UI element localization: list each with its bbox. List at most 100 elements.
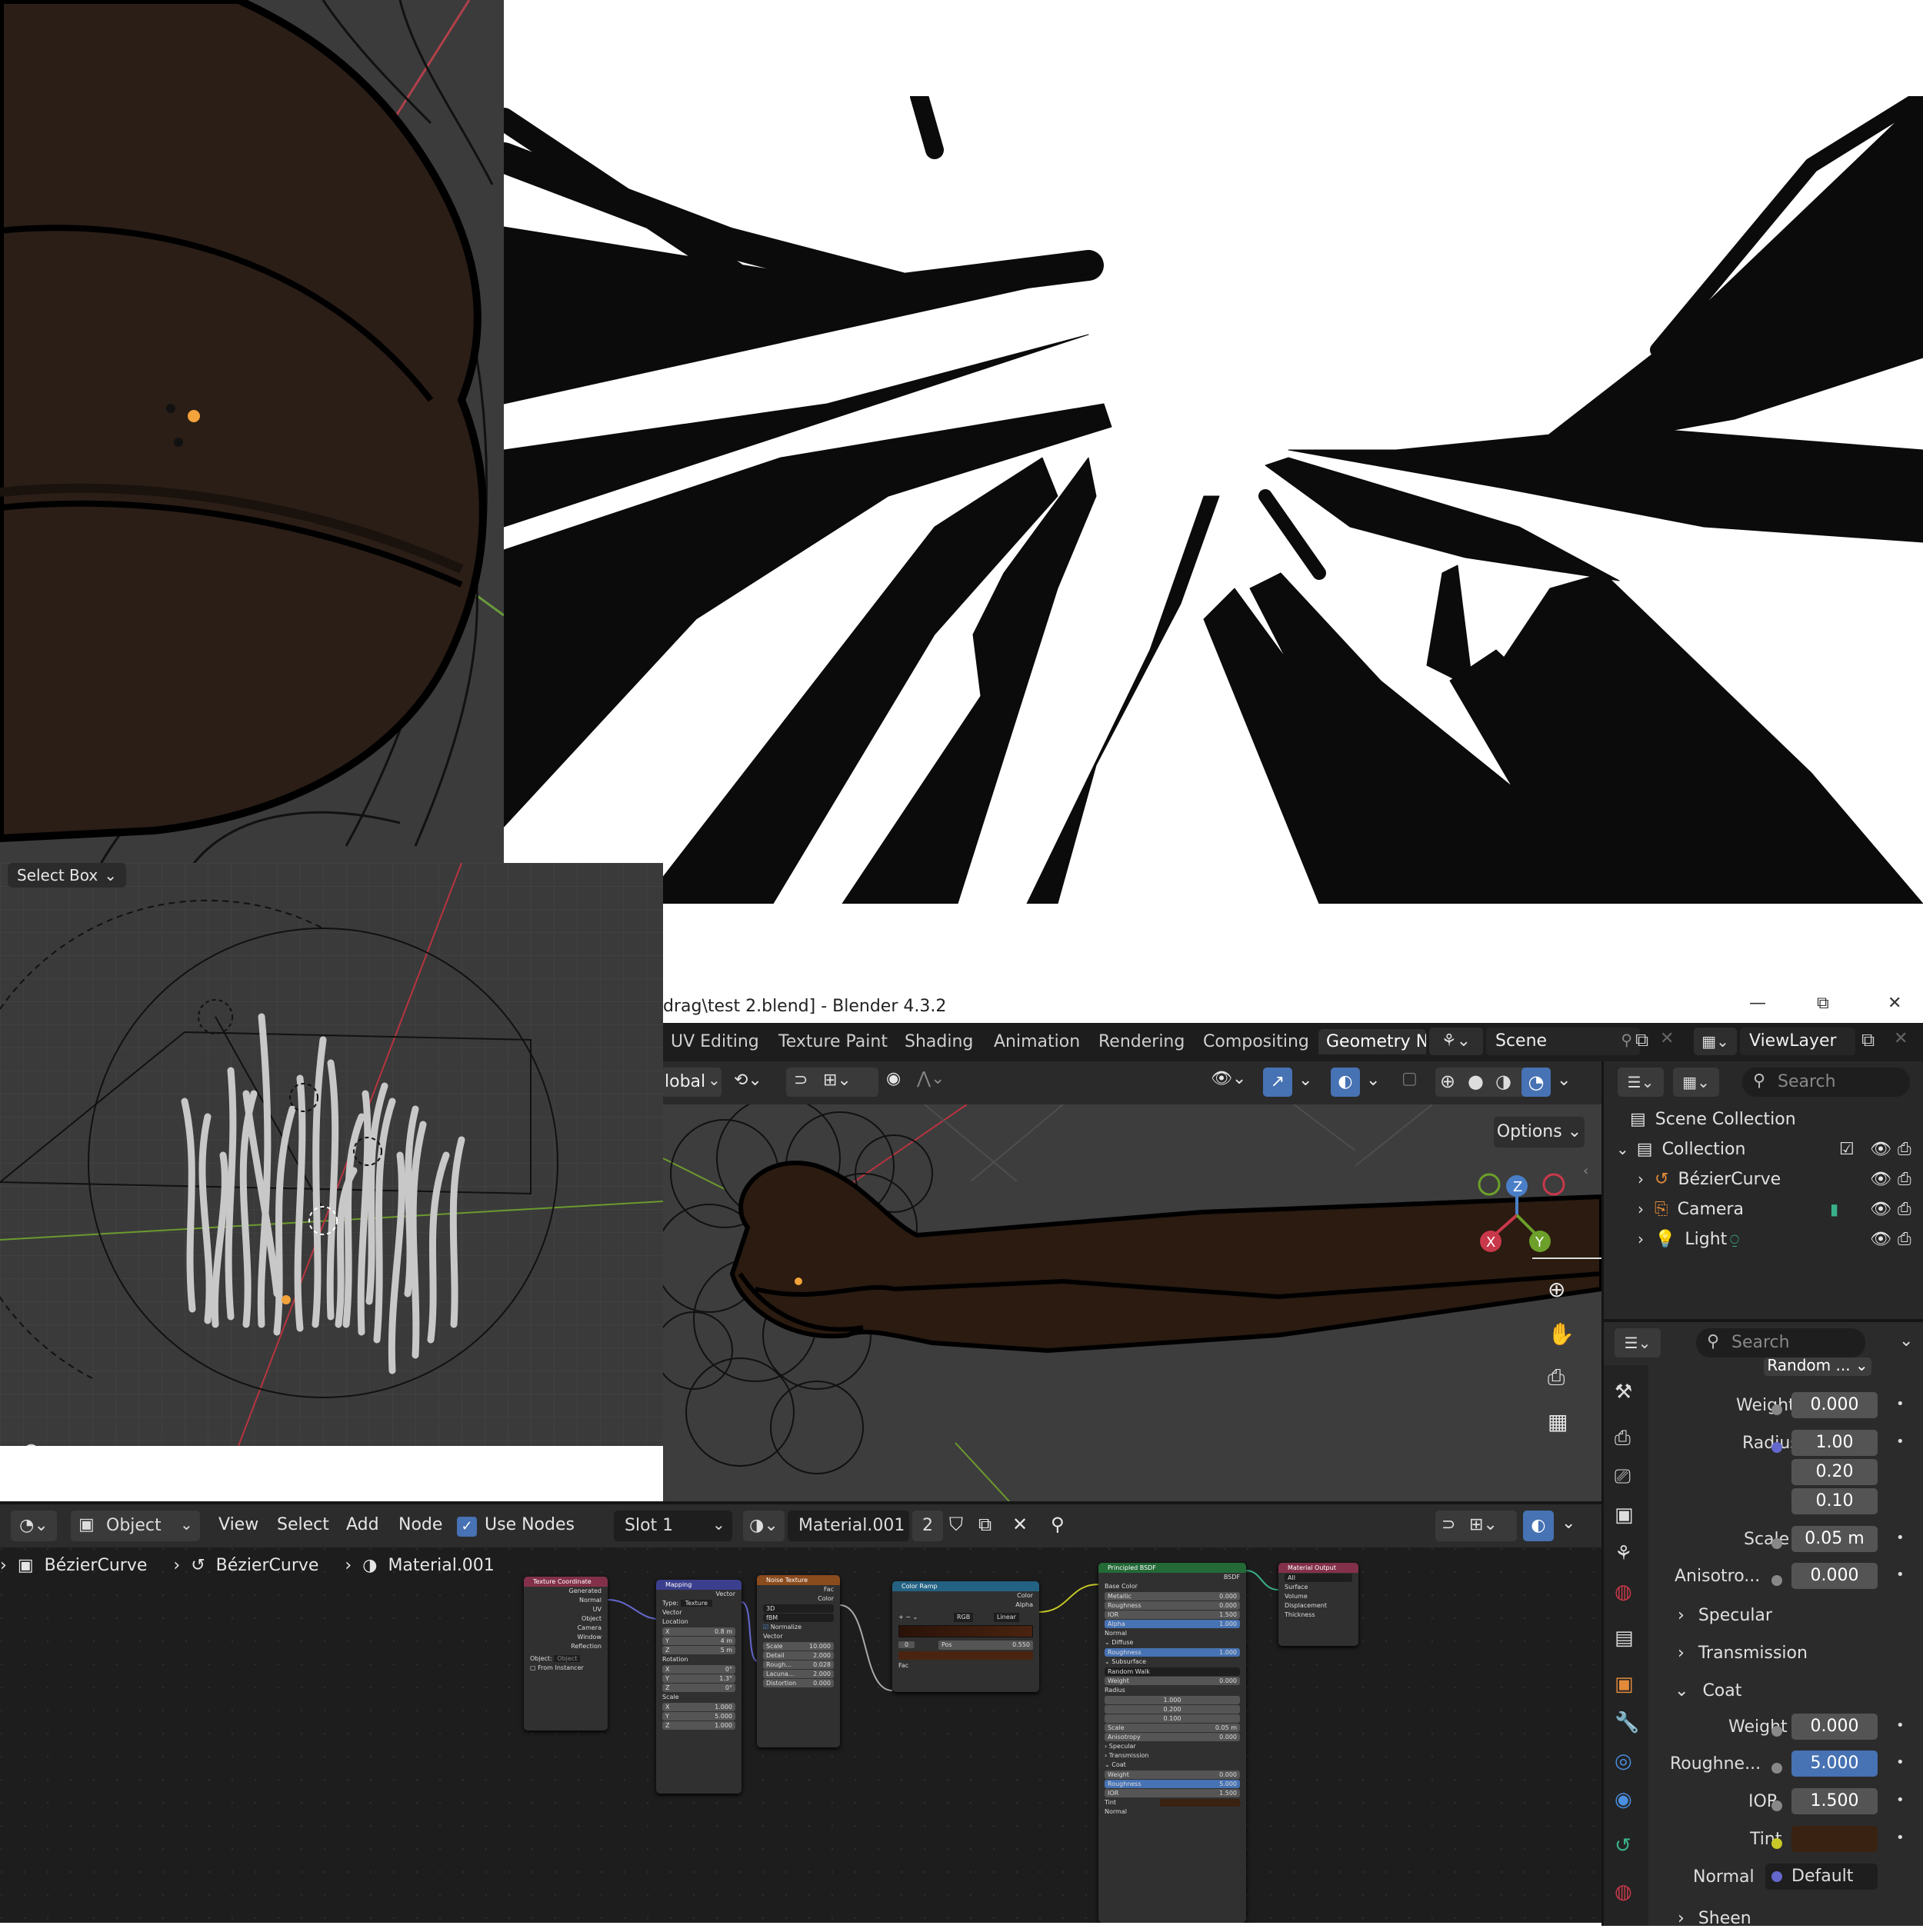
material-output-node[interactable]: Material Output All Surface Volume Displ…	[1278, 1563, 1358, 1646]
material-shading-icon[interactable]: ◑	[1495, 1071, 1511, 1092]
outliner-item-light[interactable]: › 💡 Light ⍜ 👁 ⎙	[1638, 1224, 1922, 1254]
collection-tab-icon[interactable]: ▤	[1615, 1627, 1634, 1650]
fake-user-shield-icon[interactable]: ⛉	[949, 1514, 963, 1535]
subsurface-scale-field[interactable]: 0.05 m	[1791, 1526, 1878, 1552]
chevron-down-icon[interactable]: ⌄	[1616, 1140, 1629, 1158]
proportional-edit-icon[interactable]: ◉	[886, 1069, 901, 1088]
pin-icon[interactable]: ⚲	[1621, 1031, 1632, 1049]
dimensions-dropdown[interactable]: 3D	[763, 1604, 834, 1613]
use-nodes-checkbox[interactable]: ✓	[457, 1517, 477, 1537]
solid-shading-icon[interactable]: ●	[1468, 1071, 1484, 1092]
camera-view-icon[interactable]: ⎙	[1548, 1364, 1565, 1391]
radius-z-field[interactable]: 0.100	[1105, 1714, 1240, 1723]
chevron-down-icon[interactable]: ⌄	[1557, 1071, 1571, 1090]
chevron-down-icon[interactable]: ⌄	[1899, 1331, 1913, 1351]
location-x-field[interactable]: X 0.8 m	[662, 1627, 735, 1636]
pan-hand-icon[interactable]: ✋	[1548, 1321, 1575, 1347]
radius-x-field[interactable]: 1.00	[1791, 1430, 1878, 1456]
noise-detail-field[interactable]: Detail 2.000	[763, 1651, 834, 1660]
navigate-icon[interactable]: ⊛	[22, 1438, 41, 1446]
diffuse-panel[interactable]: Diffuse	[1111, 1639, 1133, 1646]
texture-coordinate-node[interactable]: Texture Coordinate Generated Normal UV O…	[524, 1577, 608, 1730]
noise-lacunarity-field[interactable]: Lacuna... 2.000	[763, 1670, 834, 1678]
color-ramp-node[interactable]: Color Ramp Color Alpha + − ⌄ RGB Linear …	[892, 1581, 1039, 1692]
browse-material-button[interactable]: ◑⌄	[743, 1511, 785, 1541]
keyframe-dot-icon[interactable]: •	[1896, 1792, 1905, 1808]
snap-group[interactable]: ⊃ ⊞⌄	[1435, 1511, 1517, 1541]
stop-color-swatch[interactable]	[898, 1651, 1033, 1660]
anisotropy-field[interactable]: 0.000	[1791, 1563, 1878, 1589]
chevron-down-icon[interactable]: ⌄	[1298, 1071, 1312, 1090]
tab-uv-editing[interactable]: UV Editing	[671, 1032, 759, 1051]
subsurface-weight-field[interactable]: 0.000	[1791, 1392, 1878, 1418]
panel-sheen[interactable]: › Sheen	[1678, 1904, 1751, 1932]
noise-type-dropdown[interactable]: fBM	[763, 1614, 834, 1622]
display-mode-dropdown[interactable]: ☰⌄	[1618, 1068, 1664, 1097]
coat-ior-field[interactable]: 1.500	[1791, 1788, 1878, 1814]
scene-browse-button[interactable]: ⚘⌄	[1429, 1028, 1483, 1055]
stop-position-field[interactable]: Pos 0.550	[938, 1641, 1033, 1650]
select-box-tool[interactable]: Select Box ⌄	[8, 863, 126, 888]
outliner-search-input[interactable]: ⚲ Search	[1742, 1068, 1910, 1097]
metallic-field[interactable]: Metallic 0.000	[1105, 1592, 1240, 1601]
menu-view[interactable]: View	[218, 1515, 258, 1534]
eye-icon[interactable]: 👁	[1870, 1170, 1891, 1189]
location-y-field[interactable]: Y 4 m	[662, 1637, 735, 1645]
snap-icon[interactable]: ⊃	[1441, 1515, 1455, 1534]
from-instancer-checkbox[interactable]: ▢	[530, 1664, 536, 1671]
particles-tab-icon[interactable]: ◎	[1615, 1750, 1632, 1773]
breadcrumb-data[interactable]: BézierCurve	[216, 1556, 319, 1575]
options-dropdown[interactable]: Options ⌄	[1494, 1117, 1585, 1148]
snap-mode-icon[interactable]: ⊞⌄	[1469, 1515, 1498, 1534]
zoom-icon[interactable]: ⊕	[1548, 1277, 1565, 1302]
alpha-field[interactable]: Alpha 1.000	[1105, 1620, 1240, 1628]
rendered-shading-icon[interactable]: ◔	[1521, 1068, 1551, 1097]
menu-add[interactable]: Add	[346, 1515, 379, 1534]
outliner-item-camera[interactable]: › ⎘ Camera ▮ 👁 ⎙	[1638, 1194, 1922, 1224]
main-3d-viewport[interactable]: Options ⌄ Z X Y ⊕ ✋ ⎙ ▦ ‹	[663, 1104, 1601, 1501]
eye-icon[interactable]: 👁	[1870, 1140, 1891, 1159]
rotation-y-field[interactable]: Y 1.3°	[662, 1674, 735, 1683]
world-tab-icon[interactable]: ◍	[1615, 1581, 1632, 1604]
falloff-icon[interactable]: ⋀⌄	[917, 1069, 945, 1088]
coat-tint-color-swatch[interactable]	[1791, 1826, 1878, 1852]
properties-search-input[interactable]: ⚲ Search	[1696, 1328, 1865, 1357]
panel-specular[interactable]: › Specular	[1678, 1601, 1772, 1629]
view-layer-selector[interactable]: ViewLayer	[1740, 1028, 1855, 1055]
subsurface-method-dropdown[interactable]: Random Walk	[1105, 1667, 1240, 1676]
render-camera-icon[interactable]: ⎙	[1898, 1170, 1911, 1189]
color-ramp-gradient[interactable]	[898, 1625, 1033, 1637]
filter-dropdown[interactable]: ▦⌄	[1673, 1068, 1719, 1097]
closeup-viewport[interactable]	[0, 0, 504, 865]
coat-weight-field[interactable]: Weight 0.000	[1105, 1770, 1240, 1779]
keyframe-dot-icon[interactable]: •	[1896, 1434, 1905, 1450]
pivot-icon[interactable]: ⟲⌄	[734, 1071, 762, 1090]
render-camera-icon[interactable]: ⎙	[1898, 1200, 1911, 1219]
data-tab-icon[interactable]: ↺	[1615, 1834, 1631, 1857]
keyframe-dot-icon[interactable]: •	[1896, 1754, 1905, 1770]
scale-x-field[interactable]: X 1.000	[662, 1703, 735, 1711]
target-dropdown[interactable]: All	[1285, 1574, 1352, 1582]
modifier-tab-icon[interactable]: 🔧	[1615, 1711, 1639, 1734]
color-mode-dropdown[interactable]: RGB	[954, 1613, 974, 1622]
coat-panel[interactable]: Coat	[1111, 1761, 1126, 1768]
tab-geometry-nodes[interactable]: Geometry N	[1318, 1029, 1426, 1054]
exclude-checkbox-icon[interactable]: ☑	[1839, 1140, 1855, 1159]
sidebar-toggle-icon[interactable]: ‹	[1583, 1163, 1588, 1179]
xray-icon[interactable]: ▢	[1401, 1069, 1418, 1088]
radius-z-field[interactable]: 0.10	[1791, 1488, 1878, 1514]
tint-swatch[interactable]	[1160, 1799, 1240, 1807]
editor-type-dropdown[interactable]: ☰⌄	[1615, 1328, 1661, 1357]
tab-animation[interactable]: Animation	[994, 1032, 1080, 1051]
navigation-gizmo[interactable]: Z X Y	[1463, 1171, 1571, 1271]
render-camera-icon[interactable]: ⎙	[1898, 1230, 1911, 1249]
pin-icon[interactable]: ⚲	[1051, 1514, 1065, 1535]
panel-coat[interactable]: ⌄ Coat	[1675, 1677, 1741, 1704]
tab-rendering[interactable]: Rendering	[1098, 1032, 1185, 1051]
close-window-icon[interactable]: ✕	[1888, 994, 1901, 1013]
keyframe-dot-icon[interactable]: •	[1896, 1567, 1905, 1583]
view-layer-browse-button[interactable]: ▦⌄	[1694, 1028, 1737, 1055]
rotation-z-field[interactable]: Z 0°	[662, 1684, 735, 1692]
chevron-right-icon[interactable]: ›	[1638, 1230, 1644, 1248]
perspective-grid-icon[interactable]: ▦	[1548, 1409, 1568, 1434]
